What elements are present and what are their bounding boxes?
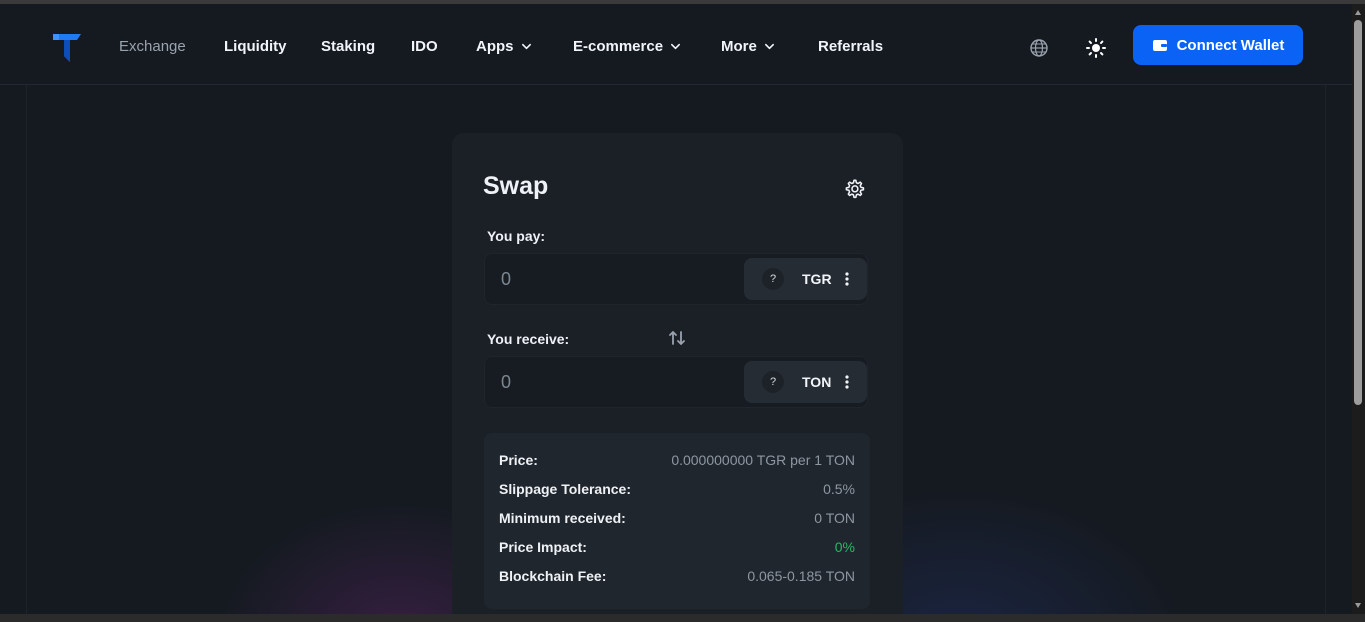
- pay-token-icon: ?: [762, 268, 784, 290]
- nav-apps-label: Apps: [476, 38, 514, 55]
- chevron-down-icon: [521, 43, 531, 50]
- pay-token-name: TGR: [802, 271, 832, 287]
- fee-label: Blockchain Fee:: [499, 568, 607, 584]
- nav-referrals[interactable]: Referrals: [818, 38, 883, 55]
- swap-arrows-icon[interactable]: [668, 329, 686, 347]
- nav-liquidity-label: Liquidity: [224, 38, 287, 55]
- nav-apps[interactable]: Apps: [476, 38, 532, 55]
- connect-wallet-button[interactable]: Connect Wallet: [1133, 25, 1303, 65]
- globe-icon[interactable]: [1029, 38, 1049, 58]
- receive-token-icon: ?: [762, 371, 784, 393]
- page-scrollbar[interactable]: [1352, 4, 1365, 614]
- nav-ecommerce[interactable]: E-commerce: [573, 38, 681, 55]
- gear-icon[interactable]: [843, 178, 865, 200]
- slippage-value: 0.5%: [823, 481, 855, 497]
- wallet-icon: [1152, 40, 1167, 51]
- left-divider: [26, 85, 27, 614]
- window-bottom-edge: [0, 614, 1365, 622]
- chevron-down-icon: [671, 43, 681, 50]
- detail-row-min-received: Minimum received: 0 TON: [499, 510, 855, 528]
- receive-token-name: TON: [802, 374, 832, 390]
- scroll-down-icon[interactable]: [1355, 603, 1361, 608]
- price-value: 0.000000000 TGR per 1 TON: [671, 452, 855, 468]
- pay-amount-input[interactable]: 0: [501, 269, 511, 290]
- nav-liquidity[interactable]: Liquidity: [224, 38, 287, 55]
- logo-icon[interactable]: [50, 28, 84, 66]
- detail-row-price: Price: 0.000000000 TGR per 1 TON: [499, 452, 855, 470]
- you-receive-label: You receive:: [487, 331, 570, 347]
- receive-field: 0 ? TON: [484, 356, 868, 408]
- nav-staking-label: Staking: [321, 38, 376, 55]
- receive-amount-input[interactable]: 0: [501, 372, 511, 393]
- nav-ido[interactable]: IDO: [411, 38, 438, 55]
- connect-wallet-label: Connect Wallet: [1176, 36, 1285, 54]
- chevron-down-icon: [764, 43, 774, 50]
- pay-field: 0 ? TGR: [484, 253, 868, 305]
- right-divider: [1325, 85, 1326, 614]
- fee-value: 0.065-0.185 TON: [747, 568, 855, 584]
- detail-row-fee: Blockchain Fee: 0.065-0.185 TON: [499, 568, 855, 586]
- sun-icon[interactable]: [1086, 38, 1106, 58]
- app-viewport: Exchange Liquidity Staking IDO Apps E-co…: [0, 4, 1352, 614]
- scrollbar-thumb[interactable]: [1354, 20, 1362, 405]
- pay-token-selector[interactable]: ? TGR: [744, 258, 867, 300]
- nav-ecommerce-label: E-commerce: [573, 38, 664, 55]
- nav-exchange[interactable]: Exchange: [119, 38, 186, 55]
- swap-card: Swap You pay: 0 ? TGR You receive: 0 ? T…: [452, 133, 903, 614]
- swap-details-panel: Price: 0.000000000 TGR per 1 TON Slippag…: [484, 433, 870, 609]
- slippage-label: Slippage Tolerance:: [499, 481, 631, 497]
- swap-title: Swap: [483, 172, 549, 200]
- more-vertical-icon[interactable]: [844, 374, 850, 390]
- detail-row-price-impact: Price Impact: 0%: [499, 539, 855, 557]
- receive-token-selector[interactable]: ? TON: [744, 361, 867, 403]
- detail-row-slippage: Slippage Tolerance: 0.5%: [499, 481, 855, 499]
- price-label: Price:: [499, 452, 538, 468]
- nav-exchange-label: Exchange: [119, 38, 186, 55]
- nav-more[interactable]: More: [721, 38, 775, 55]
- nav-staking[interactable]: Staking: [321, 38, 375, 55]
- nav-ido-label: IDO: [411, 38, 438, 55]
- nav-referrals-label: Referrals: [818, 38, 884, 55]
- price-impact-value: 0%: [834, 539, 855, 555]
- nav-more-label: More: [721, 38, 757, 55]
- min-received-value: 0 TON: [814, 510, 855, 526]
- min-received-label: Minimum received:: [499, 510, 626, 526]
- you-pay-label: You pay:: [487, 228, 546, 244]
- more-vertical-icon[interactable]: [844, 271, 850, 287]
- price-impact-label: Price Impact:: [499, 539, 587, 555]
- top-navbar: Exchange Liquidity Staking IDO Apps E-co…: [0, 4, 1352, 85]
- scroll-up-icon[interactable]: [1355, 10, 1361, 15]
